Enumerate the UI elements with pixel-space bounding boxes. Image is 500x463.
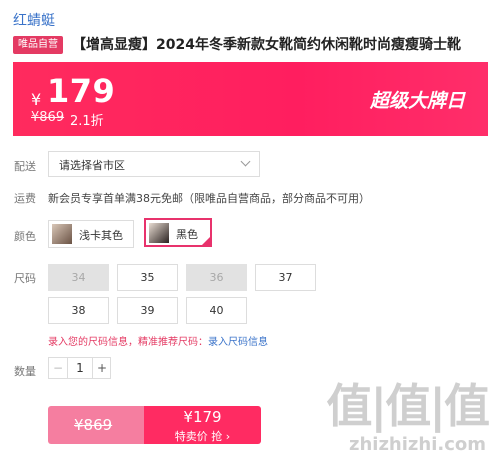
original-price-button[interactable]: ¥869 — [48, 406, 144, 444]
size-option-38[interactable]: 38 — [48, 297, 109, 324]
delivery-label: 配送 — [14, 160, 36, 173]
brand-name[interactable]: 红蜻蜓 — [13, 10, 55, 30]
original-price: ¥869 — [31, 110, 65, 125]
discount-rate: 2.1折 — [70, 114, 104, 129]
watermark-logo: 值|值|值 — [326, 379, 490, 433]
shipping-info: 新会员专享首单满38元免邮（限唯品自营商品，部分商品不可用） — [48, 192, 370, 205]
currency-symbol: ¥ — [31, 90, 42, 109]
size-option-37[interactable]: 37 — [255, 264, 316, 291]
sale-price: 179 — [47, 72, 116, 110]
color-option-label: 黑色 — [176, 228, 198, 241]
color-thumbnail — [52, 224, 72, 244]
size-option-34: 34 — [48, 264, 109, 291]
selected-check-icon — [200, 235, 223, 248]
size-option-35[interactable]: 35 — [117, 264, 178, 291]
color-option-label: 浅卡其色 — [79, 229, 123, 242]
size-label: 尺码 — [14, 272, 36, 285]
size-notice: 录入您的尺码信息，精准推荐尺码：录入尺码信息 — [48, 333, 268, 348]
shipping-label: 运费 — [14, 192, 36, 205]
buy-now-button[interactable]: ¥179 特卖价 抢 › — [144, 406, 261, 444]
product-title: 【增高显瘦】2024年冬季新款女靴简约休闲靴时尚瘦瘦骑士靴 — [72, 37, 461, 53]
quantity-value[interactable]: 1 — [68, 358, 92, 378]
decrease-button[interactable]: − — [49, 358, 68, 378]
increase-button[interactable]: + — [92, 358, 111, 378]
watermark-url: zhizhizhi.com — [348, 434, 486, 455]
button-original-price: ¥869 — [74, 416, 113, 434]
price-banner: ¥ 179 ¥869 2.1折 超级大牌日 — [13, 62, 488, 136]
chevron-down-icon — [240, 156, 251, 167]
promo-label: 超级大牌日 — [369, 90, 465, 112]
color-option-black[interactable]: 黑色 — [144, 218, 223, 248]
color-option-khaki[interactable]: 浅卡其色 — [48, 220, 134, 248]
button-sale-price: ¥179 — [183, 408, 222, 426]
size-notice-text: 录入您的尺码信息，精准推荐尺码： — [48, 337, 208, 348]
size-option-36: 36 — [186, 264, 247, 291]
size-option-39[interactable]: 39 — [117, 297, 178, 324]
size-option-40[interactable]: 40 — [186, 297, 247, 324]
enter-size-link[interactable]: 录入尺码信息 — [208, 337, 268, 348]
self-operated-badge: 唯品自营 — [13, 36, 63, 54]
region-select-value: 请选择省市区 — [59, 159, 125, 172]
color-thumbnail — [149, 223, 169, 243]
button-action-label: 特卖价 抢 › — [174, 430, 231, 443]
quantity-stepper: − 1 + — [48, 357, 111, 379]
region-select[interactable]: 请选择省市区 — [48, 151, 260, 177]
color-label: 颜色 — [14, 230, 36, 243]
quantity-label: 数量 — [14, 365, 36, 378]
